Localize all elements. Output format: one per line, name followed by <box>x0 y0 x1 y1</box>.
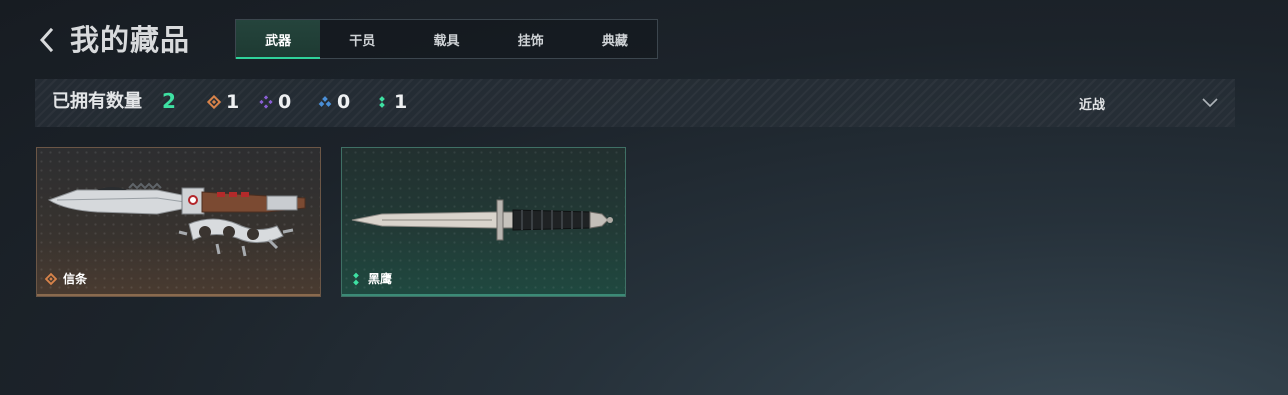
rarity-count-purple: 0 <box>278 91 292 113</box>
item-name: 信条 <box>63 272 88 286</box>
rarity-count-orange: 1 <box>226 91 240 113</box>
rarity-stat-green: 1 <box>375 91 407 113</box>
orange-diamond-icon <box>207 95 221 109</box>
category-tabs: 武器 干员 载具 挂饰 典藏 <box>235 19 658 59</box>
page-title: 我的藏品 <box>70 23 191 57</box>
dropdown-value: 近战 <box>1079 98 1106 113</box>
owned-count: 2 <box>162 89 176 113</box>
back-button[interactable] <box>36 26 60 54</box>
green-dots-icon <box>379 96 385 108</box>
card-footer: 黑鹰 <box>350 270 392 287</box>
green-dots-icon <box>353 272 359 285</box>
owned-label: 已拥有数量 <box>52 91 142 112</box>
rarity-stat-orange: 1 <box>207 91 239 113</box>
item-card[interactable]: 黑鹰 <box>341 147 626 297</box>
chevron-down-icon <box>1202 98 1218 108</box>
purple-diamond-icon <box>259 95 273 109</box>
tab-weapons[interactable]: 武器 <box>236 20 321 59</box>
tab-collection[interactable]: 典藏 <box>573 20 657 58</box>
tab-operators[interactable]: 干员 <box>320 20 404 58</box>
chevron-left-icon <box>39 27 54 53</box>
weapon-type-dropdown[interactable]: 近战 <box>1079 91 1219 115</box>
rarity-stat-purple: 0 <box>259 91 291 113</box>
item-name: 黑鹰 <box>368 272 393 286</box>
card-footer: 信条 <box>45 270 87 287</box>
stats-bar: 已拥有数量 2 1 0 0 1 近战 <box>35 79 1235 127</box>
blue-triangle-icon <box>318 96 332 107</box>
orange-diamond-icon <box>45 272 57 285</box>
item-card[interactable]: 信条 <box>36 147 321 297</box>
rarity-count-blue: 0 <box>337 91 351 113</box>
rarity-count-green: 1 <box>394 91 408 113</box>
tab-charms[interactable]: 挂饰 <box>489 20 573 58</box>
tab-vehicles[interactable]: 载具 <box>404 20 488 58</box>
rarity-stat-blue: 0 <box>318 91 350 113</box>
